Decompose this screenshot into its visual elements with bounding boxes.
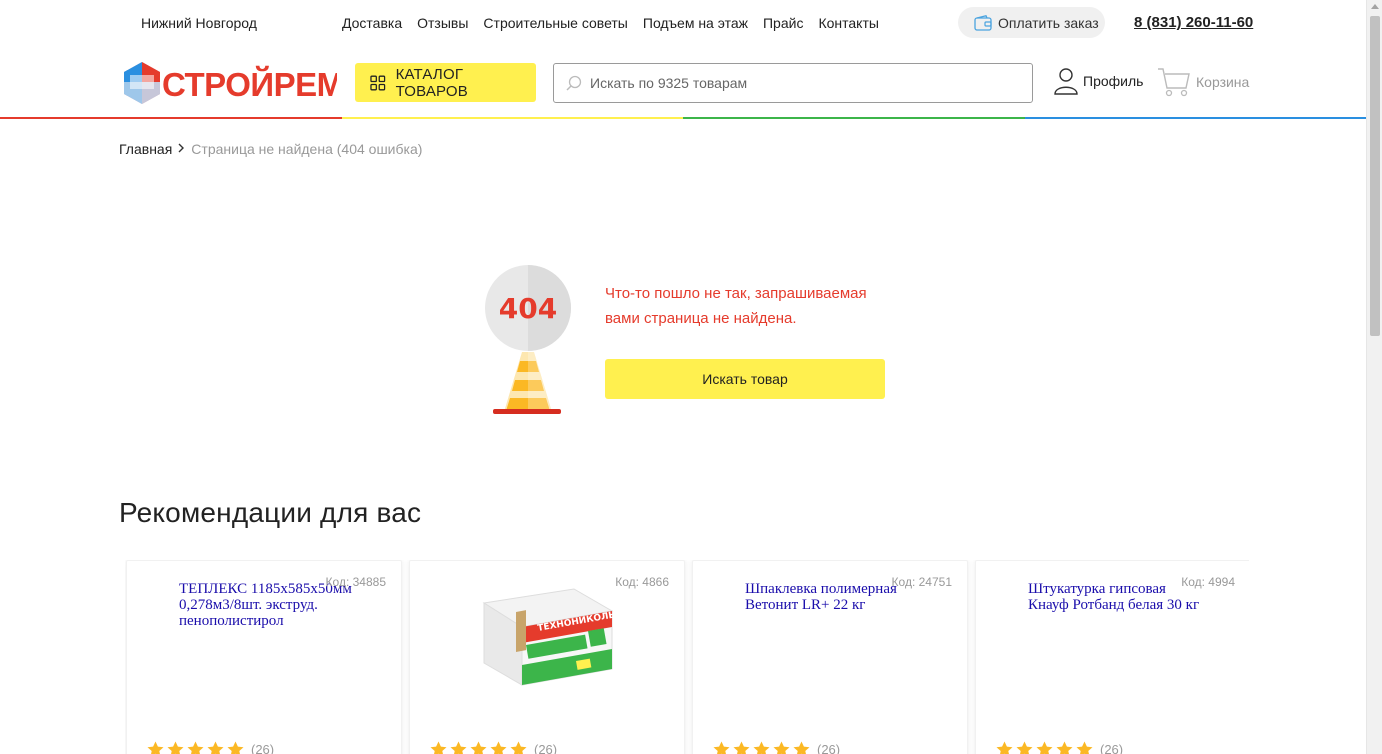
nav-link-price[interactable]: Прайс bbox=[763, 15, 803, 31]
nav-link-reviews[interactable]: Отзывы bbox=[417, 15, 468, 31]
star-icon bbox=[207, 741, 224, 754]
star-icon bbox=[147, 741, 164, 754]
page: Нижний Новгород Доставка Отзывы Строител… bbox=[0, 0, 1366, 754]
star-icon bbox=[1036, 741, 1053, 754]
wallet-icon bbox=[974, 14, 992, 31]
user-icon bbox=[1054, 68, 1078, 95]
recommendations-carousel: ТЕПЛЕКС 1185х585х50мм 0,278м3/8шт. экстр… bbox=[125, 560, 1249, 754]
star-icon bbox=[996, 741, 1013, 754]
logo-text: СТРОЙРЕМ bbox=[162, 65, 337, 103]
pay-order-label: Оплатить заказ bbox=[998, 14, 1099, 31]
star-icon bbox=[470, 741, 487, 754]
nav-link-contacts[interactable]: Контакты bbox=[818, 15, 878, 31]
city-selector[interactable]: Нижний Новгород bbox=[141, 15, 257, 31]
breadcrumb: Главная Страница не найдена (404 ошибка) bbox=[119, 141, 422, 157]
product-image[interactable]: ТЕХНОНИКОЛЬ bbox=[476, 583, 618, 688]
profile-link[interactable]: Профиль bbox=[1054, 67, 1143, 95]
logo[interactable]: СТРОЙРЕМ bbox=[122, 58, 337, 106]
rating-stars: (26) bbox=[713, 741, 840, 754]
product-card[interactable]: Штукатурка гипсовая Кнауф Ротбанд белая … bbox=[975, 560, 1249, 754]
breadcrumb-current: Страница не найдена (404 ошибка) bbox=[191, 141, 423, 157]
nav-link-floor-lift[interactable]: Подъем на этаж bbox=[643, 15, 748, 31]
phone-link[interactable]: 8 (831) 260-11-60 bbox=[1134, 14, 1253, 31]
profile-label: Профиль bbox=[1083, 73, 1144, 89]
cart-label: Корзина bbox=[1196, 74, 1250, 90]
recommendations-title: Рекомендации для вас bbox=[119, 497, 422, 528]
star-icon bbox=[1016, 741, 1033, 754]
rating-stars: (26) bbox=[996, 741, 1123, 754]
product-code: Код: 4866 bbox=[615, 575, 669, 589]
catalog-button[interactable]: КАТАЛОГ ТОВАРОВ bbox=[355, 63, 536, 102]
star-icon bbox=[490, 741, 507, 754]
product-card[interactable]: ТЕПЛЕКС 1185х585х50мм 0,278м3/8шт. экстр… bbox=[126, 560, 402, 754]
product-card[interactable]: ТЕХНОНИКОЛЬ Код: 4866 (26) bbox=[409, 560, 685, 754]
scroll-up-arrow-icon[interactable] bbox=[1371, 4, 1379, 9]
top-nav: Доставка Отзывы Строительные советы Подъ… bbox=[342, 15, 879, 31]
catalog-label: КАТАЛОГ ТОВАРОВ bbox=[395, 65, 468, 100]
star-icon bbox=[187, 741, 204, 754]
review-count: (26) bbox=[251, 741, 275, 754]
top-bar: Нижний Новгород Доставка Отзывы Строител… bbox=[0, 0, 1366, 46]
pay-order-button[interactable]: Оплатить заказ bbox=[958, 7, 1105, 38]
nav-link-advice[interactable]: Строительные советы bbox=[483, 15, 627, 31]
cart-icon bbox=[1158, 68, 1190, 97]
nav-link-delivery[interactable]: Доставка bbox=[342, 15, 402, 31]
grid-icon bbox=[370, 75, 386, 90]
search-box[interactable] bbox=[553, 63, 1033, 103]
page-scrollbar[interactable] bbox=[1366, 0, 1382, 754]
star-icon bbox=[753, 741, 770, 754]
review-count: (26) bbox=[817, 741, 841, 754]
star-icon bbox=[430, 741, 447, 754]
header-divider bbox=[0, 117, 1366, 119]
error-code: 404 bbox=[499, 292, 557, 325]
search-icon bbox=[566, 75, 582, 91]
product-code: Код: 34885 bbox=[325, 575, 386, 589]
product-code: Код: 24751 bbox=[891, 575, 952, 589]
rating-stars: (26) bbox=[430, 741, 557, 754]
star-icon bbox=[733, 741, 750, 754]
rating-stars: (26) bbox=[147, 741, 274, 754]
star-icon bbox=[450, 741, 467, 754]
star-icon bbox=[510, 741, 527, 754]
search-input[interactable] bbox=[590, 75, 1010, 91]
scrollbar-thumb[interactable] bbox=[1370, 16, 1380, 336]
traffic-cone-404-illustration: 404 bbox=[485, 265, 571, 414]
breadcrumb-home[interactable]: Главная bbox=[119, 141, 172, 157]
star-icon bbox=[167, 741, 184, 754]
review-count: (26) bbox=[534, 741, 558, 754]
star-icon bbox=[793, 741, 810, 754]
review-count: (26) bbox=[1100, 741, 1124, 754]
star-icon bbox=[227, 741, 244, 754]
star-icon bbox=[1076, 741, 1093, 754]
error-message: Что-то пошло не так, запрашиваемая вами … bbox=[605, 285, 867, 327]
cart-link[interactable]: Корзина bbox=[1157, 66, 1249, 98]
star-icon bbox=[713, 741, 730, 754]
chevron-right-icon bbox=[178, 142, 185, 156]
product-code: Код: 4994 bbox=[1181, 575, 1235, 589]
star-icon bbox=[773, 741, 790, 754]
star-icon bbox=[1056, 741, 1073, 754]
search-product-button[interactable]: Искать товар bbox=[605, 359, 885, 399]
product-card[interactable]: Шпаклевка полимерная Ветонит LR+ 22 кг К… bbox=[692, 560, 968, 754]
